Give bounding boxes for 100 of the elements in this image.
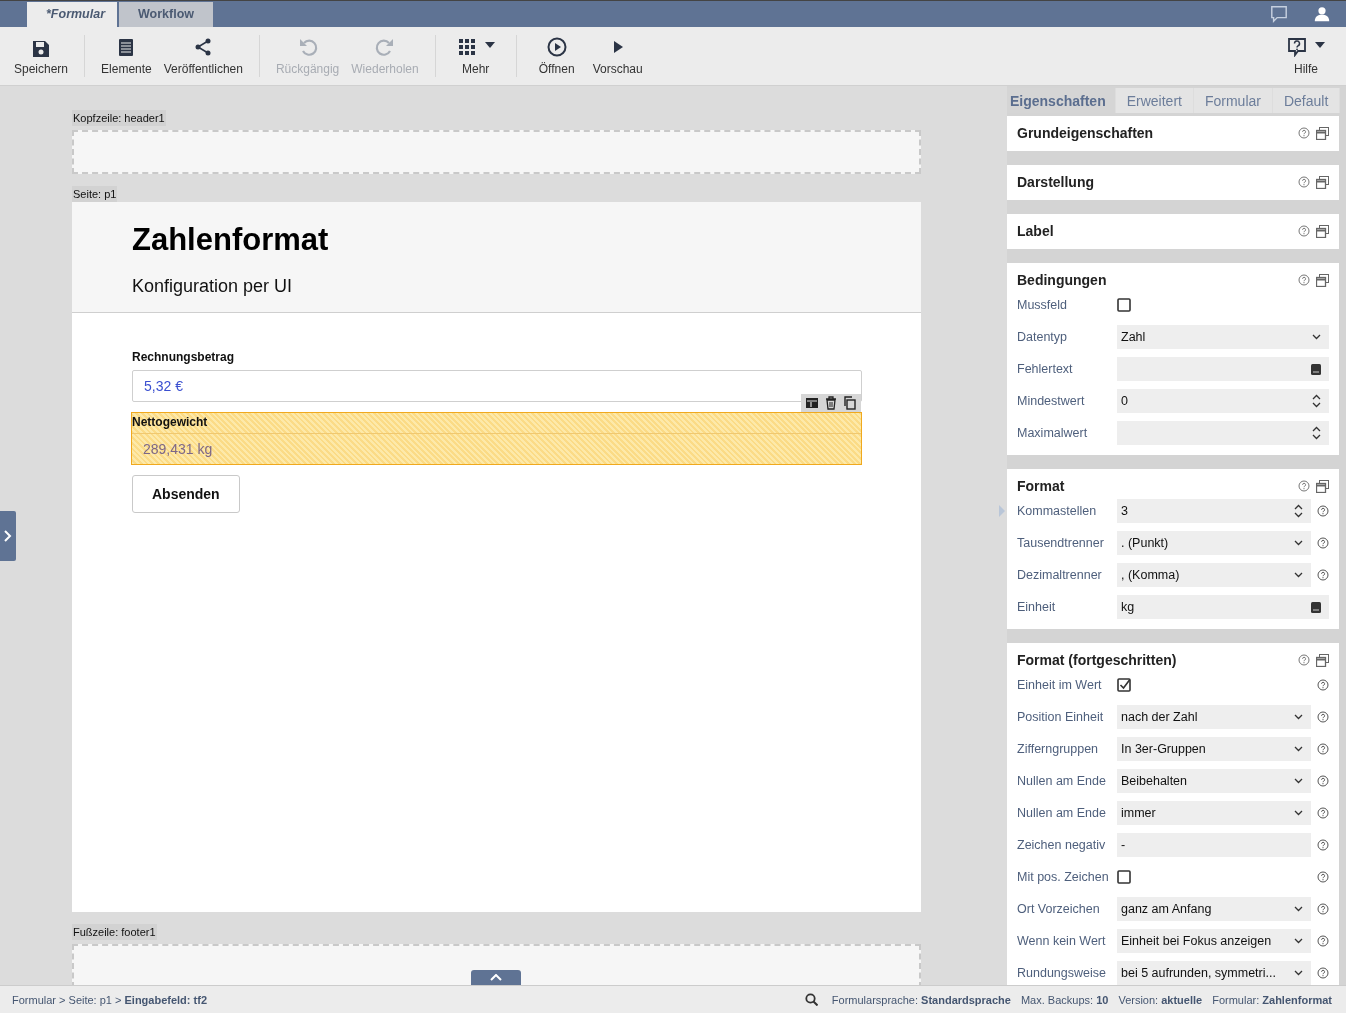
windows-icon[interactable] (1316, 224, 1329, 238)
dropdown[interactable]: Einheit bei Fokus anzeigen (1117, 929, 1311, 953)
property-label: Wenn kein Wert (1017, 934, 1107, 948)
windows-icon[interactable] (1316, 653, 1329, 667)
input-field[interactable]: 289,431 kg (132, 434, 861, 464)
zone-label: Seite: p1 (72, 186, 118, 202)
chevron-down-icon (1294, 906, 1303, 912)
help-icon[interactable] (1317, 871, 1329, 883)
dropdown[interactable]: ganz am Anfang (1117, 897, 1311, 921)
property-label: Mindestwert (1017, 394, 1086, 408)
checked-checkbox[interactable] (1117, 678, 1131, 692)
help-icon[interactable] (1298, 480, 1310, 492)
help-icon[interactable] (1317, 903, 1329, 915)
section-title[interactable]: Bedingungen (1017, 272, 1292, 288)
help-icon[interactable] (1298, 176, 1310, 188)
checkbox[interactable] (1117, 298, 1131, 312)
property-label: Datentyp (1017, 330, 1069, 344)
dropdown[interactable]: In 3er-Gruppen (1117, 737, 1311, 761)
dropdown[interactable]: , (Komma) (1117, 563, 1311, 587)
chevron-right-icon (4, 530, 12, 542)
property-label: Ort Vorzeichen (1017, 902, 1101, 916)
tab[interactable]: Workflow (119, 2, 214, 27)
search-icon[interactable] (804, 993, 818, 1006)
section-title[interactable]: Darstellung (1017, 174, 1292, 190)
help-icon[interactable] (1317, 775, 1329, 787)
toolbar-button[interactable]: Elemente (95, 27, 158, 85)
submit-button[interactable]: Absenden (132, 475, 240, 513)
windows-icon[interactable] (1316, 175, 1329, 189)
tab[interactable]: *Formular (27, 2, 117, 27)
section-title[interactable]: Label (1017, 223, 1292, 239)
property-label: Mussfeld (1017, 298, 1069, 312)
help-icon[interactable] (1317, 711, 1329, 723)
help-icon[interactable] (1298, 274, 1310, 286)
form-title: Zahlenformat (132, 222, 330, 258)
property-label: Nullen am Ende (1017, 774, 1107, 788)
property-label: Fehlertext (1017, 362, 1074, 376)
input-field[interactable]: 5,32 € (132, 370, 862, 402)
dropdown[interactable]: immer (1117, 801, 1311, 825)
chevron-down-icon (1312, 334, 1321, 340)
chevron-down-icon (1294, 572, 1303, 578)
windows-icon[interactable] (1316, 126, 1329, 140)
help-icon[interactable] (1298, 225, 1310, 237)
toolbar-button[interactable]: Öffnen (526, 27, 587, 85)
help-icon[interactable] (1317, 569, 1329, 581)
toolbar-button[interactable]: Speichern (8, 27, 75, 85)
chevron-down-icon (1294, 810, 1303, 816)
field-label: Nettogewicht (132, 413, 861, 434)
help-icon[interactable] (1317, 807, 1329, 819)
number-field[interactable] (1117, 421, 1329, 445)
help-icon[interactable] (1317, 505, 1329, 517)
help-icon[interactable] (1317, 967, 1329, 979)
section-title[interactable]: Format (fortgeschritten) (1017, 652, 1292, 668)
undo-icon (297, 37, 318, 57)
user-icon[interactable] (1314, 6, 1330, 22)
toolbar-button[interactable]: Vorschau (586, 27, 649, 85)
chat-icon[interactable] (1270, 5, 1288, 23)
spinner-icon (1312, 426, 1321, 440)
chevron-down-icon (1294, 540, 1303, 546)
property-label: Dezimaltrenner (1017, 568, 1103, 582)
toolbar-button[interactable]: Mehr (445, 27, 506, 85)
caret-icon (484, 42, 495, 48)
input-field[interactable] (1117, 357, 1329, 381)
input-field[interactable]: kg (1117, 595, 1329, 619)
copy-icon[interactable] (843, 396, 857, 410)
dropdown[interactable]: Beibehalten (1117, 769, 1311, 793)
layout-icon[interactable] (805, 396, 819, 410)
number-field[interactable]: 3 (1117, 499, 1311, 523)
expand-panel-button[interactable] (0, 511, 16, 561)
help-icon[interactable] (1317, 839, 1329, 851)
section-title[interactable]: Format (1017, 478, 1292, 494)
windows-icon[interactable] (1316, 273, 1329, 287)
book-icon (1311, 363, 1321, 375)
dropdown[interactable]: bei 5 aufrunden, symmetri... (1117, 961, 1311, 985)
property-label: Kommastellen (1017, 504, 1098, 518)
number-field[interactable]: 0 (1117, 389, 1329, 413)
windows-icon[interactable] (1316, 479, 1329, 493)
property-label: Einheit (1017, 600, 1057, 614)
help-icon[interactable] (1317, 743, 1329, 755)
help-icon[interactable] (1317, 679, 1329, 691)
tab[interactable]: Eigenschaften (1007, 88, 1116, 113)
chevron-down-icon (1294, 938, 1303, 944)
checkbox[interactable] (1117, 870, 1131, 884)
collapse-button[interactable] (471, 970, 521, 985)
toolbar-button[interactable]: Veröffentlichen (157, 27, 249, 85)
property-label: Maximalwert (1017, 426, 1089, 440)
dropdown[interactable]: Zahl (1117, 325, 1329, 349)
dropdown[interactable]: nach der Zahl (1117, 705, 1311, 729)
chevron-down-icon (1294, 778, 1303, 784)
chevron-down-icon (1294, 746, 1303, 752)
help-button[interactable]: Hilfe (1276, 27, 1336, 85)
input-field[interactable]: - (1117, 833, 1311, 857)
play-circle-icon (546, 37, 567, 57)
trash-icon[interactable] (824, 396, 838, 410)
help-icon[interactable] (1317, 935, 1329, 947)
help-icon[interactable] (1298, 127, 1310, 139)
section-title[interactable]: Grundeigenschaften (1017, 125, 1292, 141)
help-icon[interactable] (1317, 537, 1329, 549)
property-label: Rundungsweise (1017, 966, 1107, 980)
help-icon[interactable] (1298, 654, 1310, 666)
dropdown[interactable]: . (Punkt) (1117, 531, 1311, 555)
